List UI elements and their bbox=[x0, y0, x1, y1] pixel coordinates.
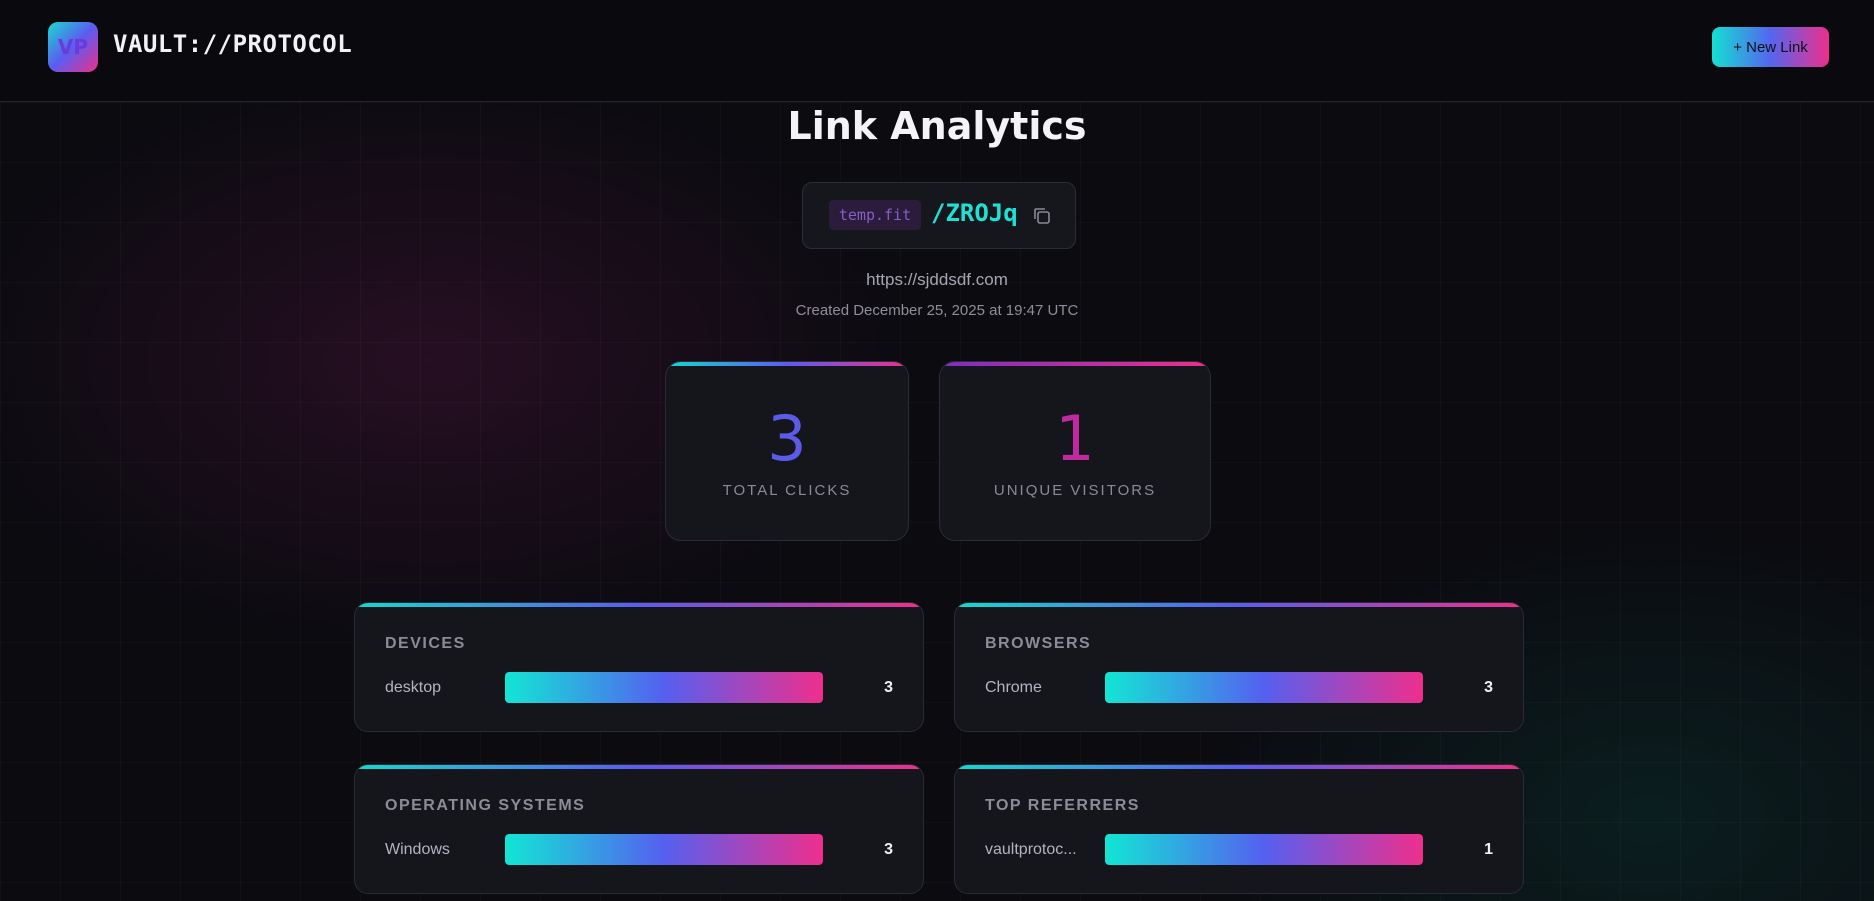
row-label: vaultprotoc... bbox=[985, 841, 1077, 858]
total-clicks-card: 3 TOTAL CLICKS bbox=[665, 361, 909, 541]
total-clicks-value: 3 bbox=[767, 402, 807, 475]
bar-fill bbox=[1105, 834, 1423, 865]
logo-badge[interactable]: VP bbox=[48, 22, 98, 72]
operating-systems-panel: OPERATING SYSTEMS Windows 3 bbox=[354, 764, 924, 894]
bar-fill bbox=[505, 834, 823, 865]
row-label: desktop bbox=[385, 679, 442, 696]
row-label: Chrome bbox=[985, 679, 1042, 696]
new-link-button[interactable]: + New Link bbox=[1712, 27, 1829, 67]
domain-chip: temp.fit bbox=[829, 200, 921, 230]
page-title: Link Analytics bbox=[787, 104, 1087, 148]
devices-panel: DEVICES desktop 3 bbox=[354, 602, 924, 732]
row-count: 3 bbox=[1484, 679, 1493, 696]
app-header: VP VAULT://PROTOCOL + New Link bbox=[0, 0, 1874, 102]
created-timestamp: Created December 25, 2025 at 19:47 UTC bbox=[795, 302, 1079, 319]
top-referrers-panel: TOP REFERRERS vaultprotoc... 1 bbox=[954, 764, 1524, 894]
short-code: /ZROJq bbox=[931, 199, 1018, 227]
total-clicks-label: TOTAL CLICKS bbox=[722, 482, 852, 499]
bar-track bbox=[1105, 834, 1423, 865]
row-count: 3 bbox=[884, 679, 893, 696]
row-label: Windows bbox=[385, 841, 450, 858]
browsers-panel: BROWSERS Chrome 3 bbox=[954, 602, 1524, 732]
bar-track bbox=[1105, 672, 1423, 703]
bar-fill bbox=[505, 672, 823, 703]
unique-visitors-value: 1 bbox=[1055, 402, 1095, 475]
row-count: 3 bbox=[884, 841, 893, 858]
brand-name[interactable]: VAULT://PROTOCOL bbox=[113, 30, 352, 58]
panel-title: BROWSERS bbox=[985, 635, 1092, 652]
panel-title: DEVICES bbox=[385, 635, 466, 652]
bar-track bbox=[505, 672, 823, 703]
unique-visitors-card: 1 UNIQUE VISITORS bbox=[939, 361, 1211, 541]
bar-track bbox=[505, 834, 823, 865]
row-count: 1 bbox=[1484, 841, 1493, 858]
panel-title: OPERATING SYSTEMS bbox=[385, 797, 586, 814]
panel-title: TOP REFERRERS bbox=[985, 797, 1140, 814]
target-url[interactable]: https://sjddsdf.com bbox=[0, 270, 1874, 290]
unique-visitors-label: UNIQUE VISITORS bbox=[993, 482, 1157, 499]
copy-icon[interactable] bbox=[1031, 205, 1053, 227]
short-link-display: temp.fit /ZROJq bbox=[802, 182, 1076, 249]
bar-fill bbox=[1105, 672, 1423, 703]
